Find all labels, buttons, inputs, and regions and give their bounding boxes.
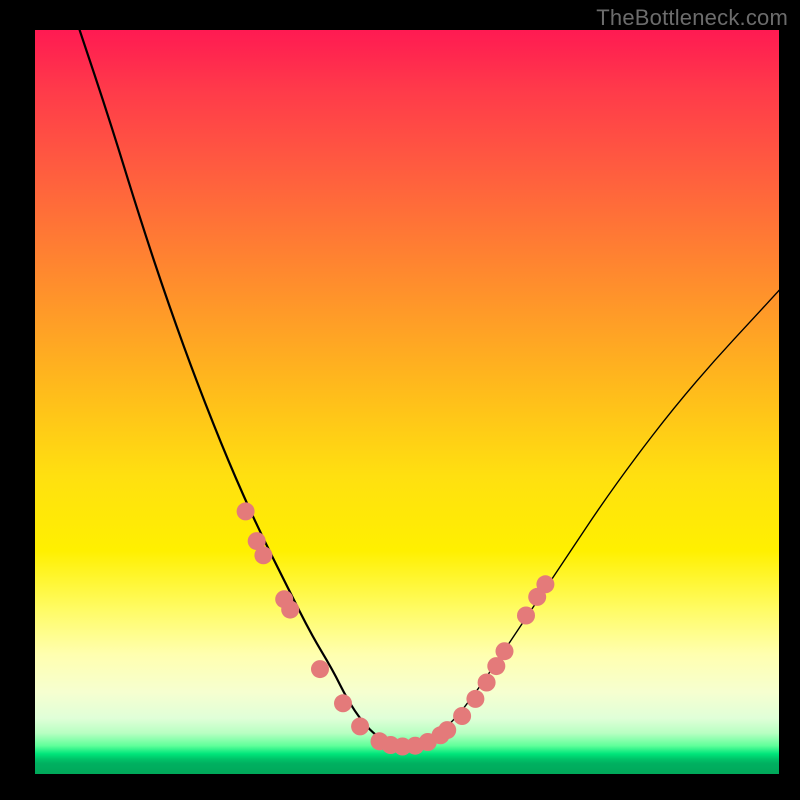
marker-dot (311, 660, 329, 678)
marker-dot (453, 707, 471, 725)
marker-dot (478, 674, 496, 692)
curve-layer (35, 30, 779, 774)
watermark-text: TheBottleneck.com (596, 5, 788, 31)
marker-dot (334, 694, 352, 712)
marker-dot (466, 690, 484, 708)
plot-area (35, 30, 779, 774)
marker-dot (254, 546, 272, 564)
marker-dots (237, 502, 555, 755)
marker-dot (496, 642, 514, 660)
marker-dot (517, 607, 535, 625)
marker-dot (237, 502, 255, 520)
chart-frame: TheBottleneck.com (0, 0, 800, 800)
marker-dot (438, 721, 456, 739)
bottleneck-curve-right (407, 290, 779, 746)
marker-dot (536, 575, 554, 593)
marker-dot (351, 717, 369, 735)
bottleneck-curve-left (80, 30, 407, 747)
marker-dot (281, 601, 299, 619)
